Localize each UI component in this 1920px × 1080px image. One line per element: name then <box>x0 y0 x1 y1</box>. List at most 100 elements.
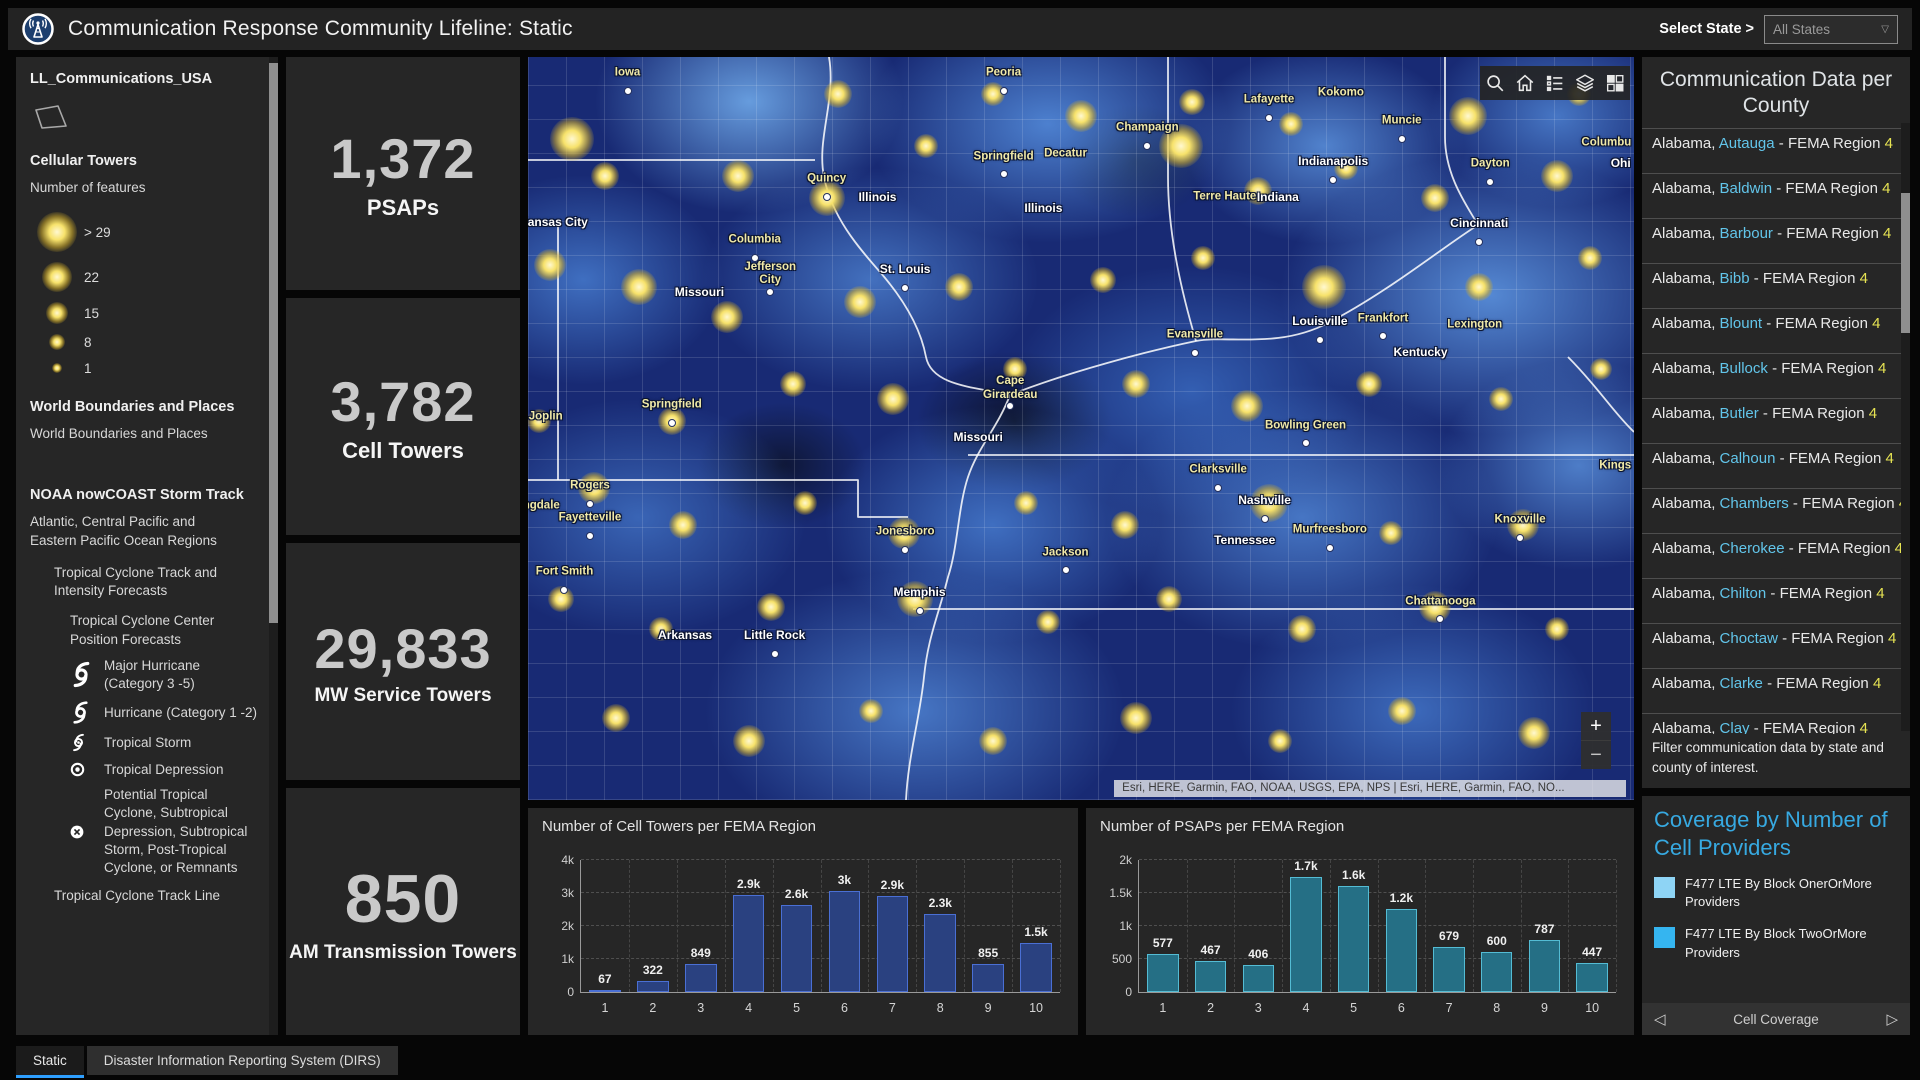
county-row[interactable]: Alabama, Calhoun - FEMA Region 4 <box>1642 443 1910 488</box>
y-axis-tick: 1k <box>1119 919 1132 933</box>
fema-region-label: - FEMA Region <box>1779 135 1885 152</box>
chart-bar[interactable] <box>1576 963 1607 993</box>
chart-bar[interactable] <box>589 990 621 992</box>
county-state-label: Alabama, <box>1652 540 1720 557</box>
y-axis-tick: 2k <box>1119 853 1132 867</box>
county-row[interactable]: Alabama, Bullock - FEMA Region 4 <box>1642 353 1910 398</box>
coverage-legend: F477 LTE By Block OnerOrMore ProvidersF4… <box>1642 865 1910 1003</box>
storm-legend-label: Major Hurricane (Category 3 -5) <box>104 657 262 693</box>
y-axis-tick: 0 <box>567 985 574 999</box>
coverage-panel: Coverage by Number of Cell Providers F47… <box>1642 796 1910 1035</box>
graduated-symbol-row: > 29 <box>30 207 262 257</box>
gridline <box>629 860 630 992</box>
chart-bar[interactable] <box>877 896 909 992</box>
chart-bar[interactable] <box>972 964 1004 992</box>
county-scrollbar-thumb[interactable] <box>1901 193 1910 333</box>
county-name: Clay <box>1720 720 1754 734</box>
chart-bar[interactable] <box>685 964 717 992</box>
zoom-in-button[interactable]: + <box>1581 712 1611 740</box>
county-row[interactable]: Alabama, Clarke - FEMA Region 4 <box>1642 668 1910 713</box>
county-row[interactable]: Alabama, Baldwin - FEMA Region 4 <box>1642 173 1910 218</box>
chart-bar[interactable] <box>1147 954 1178 992</box>
chart-bar[interactable] <box>1481 952 1512 992</box>
prev-arrow-icon[interactable]: ◁ <box>1654 1010 1666 1028</box>
chart-bar[interactable] <box>924 914 956 992</box>
bar-value-label: 849 <box>691 946 711 960</box>
county-row[interactable]: Alabama, Clay - FEMA Region 4 <box>1642 713 1910 734</box>
county-row[interactable]: Alabama, Chilton - FEMA Region 4 <box>1642 578 1910 623</box>
basemap-icon[interactable] <box>1603 71 1627 95</box>
map-canvas[interactable]: IowaPeoriaLafayetteKokomoMuncieChampaign… <box>528 57 1634 800</box>
chart-bar[interactable] <box>1386 909 1417 992</box>
county-row[interactable]: Alabama, Cherokee - FEMA Region 4 <box>1642 533 1910 578</box>
x-axis-tick: 10 <box>1029 1001 1043 1015</box>
tab-static[interactable]: Static <box>16 1046 84 1078</box>
tower-glow-symbol <box>52 363 62 373</box>
county-row[interactable]: Alabama, Barbour - FEMA Region 4 <box>1642 218 1910 263</box>
fema-region-label: - FEMA Region <box>1776 180 1882 197</box>
county-scrollbar[interactable] <box>1901 123 1910 731</box>
x-axis-tick: 7 <box>889 1001 896 1015</box>
fema-region-label: - FEMA Region <box>1772 360 1878 377</box>
legend-icon[interactable] <box>1543 71 1567 95</box>
county-row[interactable]: Alabama, Autauga - FEMA Region 4 <box>1642 128 1910 173</box>
x-axis-tick: 8 <box>1493 1001 1500 1015</box>
tower-glow-symbol <box>42 262 72 292</box>
fema-region-number: 4 <box>1872 315 1880 332</box>
county-state-label: Alabama, <box>1652 405 1720 422</box>
psaps-stat-card: 1,372 PSAPs <box>286 57 520 290</box>
chart-bar[interactable] <box>1243 965 1274 992</box>
county-name: Bibb <box>1720 270 1754 287</box>
chart-bar[interactable] <box>1290 877 1321 992</box>
chart-bar[interactable] <box>637 981 669 992</box>
x-axis-tick: 4 <box>745 1001 752 1015</box>
cellular-towers-title: Cellular Towers <box>30 153 262 169</box>
zoom-out-button[interactable]: − <box>1581 740 1611 769</box>
x-axis-tick: 7 <box>1446 1001 1453 1015</box>
chart-bar[interactable] <box>829 891 861 992</box>
coverage-legend-item: F477 LTE By Block TwoOrMore Providers <box>1652 925 1900 961</box>
chart-bar[interactable] <box>733 895 765 992</box>
chart-bar[interactable] <box>1020 943 1052 993</box>
chart-bar[interactable] <box>781 905 813 992</box>
layers-icon[interactable] <box>1573 71 1597 95</box>
sidebar-scrollbar[interactable] <box>269 57 278 1035</box>
cell-towers-label: Cell Towers <box>342 438 464 464</box>
county-row[interactable]: Alabama, Bibb - FEMA Region 4 <box>1642 263 1910 308</box>
home-icon[interactable] <box>1513 71 1537 95</box>
county-row[interactable]: Alabama, Chambers - FEMA Region 4 <box>1642 488 1910 533</box>
x-axis-tick: 3 <box>1255 1001 1262 1015</box>
fema-region-number: 4 <box>1860 720 1868 734</box>
remnants-icon <box>68 823 104 841</box>
y-axis-tick: 3k <box>561 886 574 900</box>
county-state-label: Alabama, <box>1652 315 1720 332</box>
county-row[interactable]: Alabama, Choctaw - FEMA Region 4 <box>1642 623 1910 668</box>
chart-bar[interactable] <box>1195 961 1226 992</box>
zoom-controls: + − <box>1581 712 1611 769</box>
gridline <box>1473 860 1474 992</box>
storm-legend-row: Hurricane (Category 1 -2) <box>68 700 262 725</box>
tropical-depression-icon <box>68 760 104 779</box>
psaps-value: 1,372 <box>330 126 475 191</box>
bar-value-label: 855 <box>978 946 998 960</box>
x-axis-tick: 2 <box>649 1001 656 1015</box>
state-dropdown[interactable]: All States ▽ <box>1764 15 1898 44</box>
psaps-label: PSAPs <box>367 195 439 221</box>
fema-region-label: - FEMA Region <box>1782 630 1888 647</box>
county-row[interactable]: Alabama, Butler - FEMA Region 4 <box>1642 398 1910 443</box>
gridline <box>1616 860 1617 992</box>
next-arrow-icon[interactable]: ▷ <box>1886 1010 1898 1028</box>
cell-towers-chart-title: Number of Cell Towers per FEMA Region <box>528 808 1078 835</box>
chart-bar[interactable] <box>1338 886 1369 992</box>
tab-dirs[interactable]: Disaster Information Reporting System (D… <box>87 1046 398 1075</box>
search-icon[interactable] <box>1483 71 1507 95</box>
chart-bar[interactable] <box>1433 947 1464 992</box>
sidebar-scrollbar-thumb[interactable] <box>269 63 278 623</box>
chart-bar[interactable] <box>1529 940 1560 992</box>
chevron-down-icon: ▽ <box>1881 24 1889 35</box>
fema-region-number: 4 <box>1888 630 1896 647</box>
county-name: Choctaw <box>1720 630 1783 647</box>
mw-towers-stat-card: 29,833 MW Service Towers <box>286 543 520 780</box>
county-row[interactable]: Alabama, Blount - FEMA Region 4 <box>1642 308 1910 353</box>
page-title: Communication Response Community Lifelin… <box>68 17 573 41</box>
